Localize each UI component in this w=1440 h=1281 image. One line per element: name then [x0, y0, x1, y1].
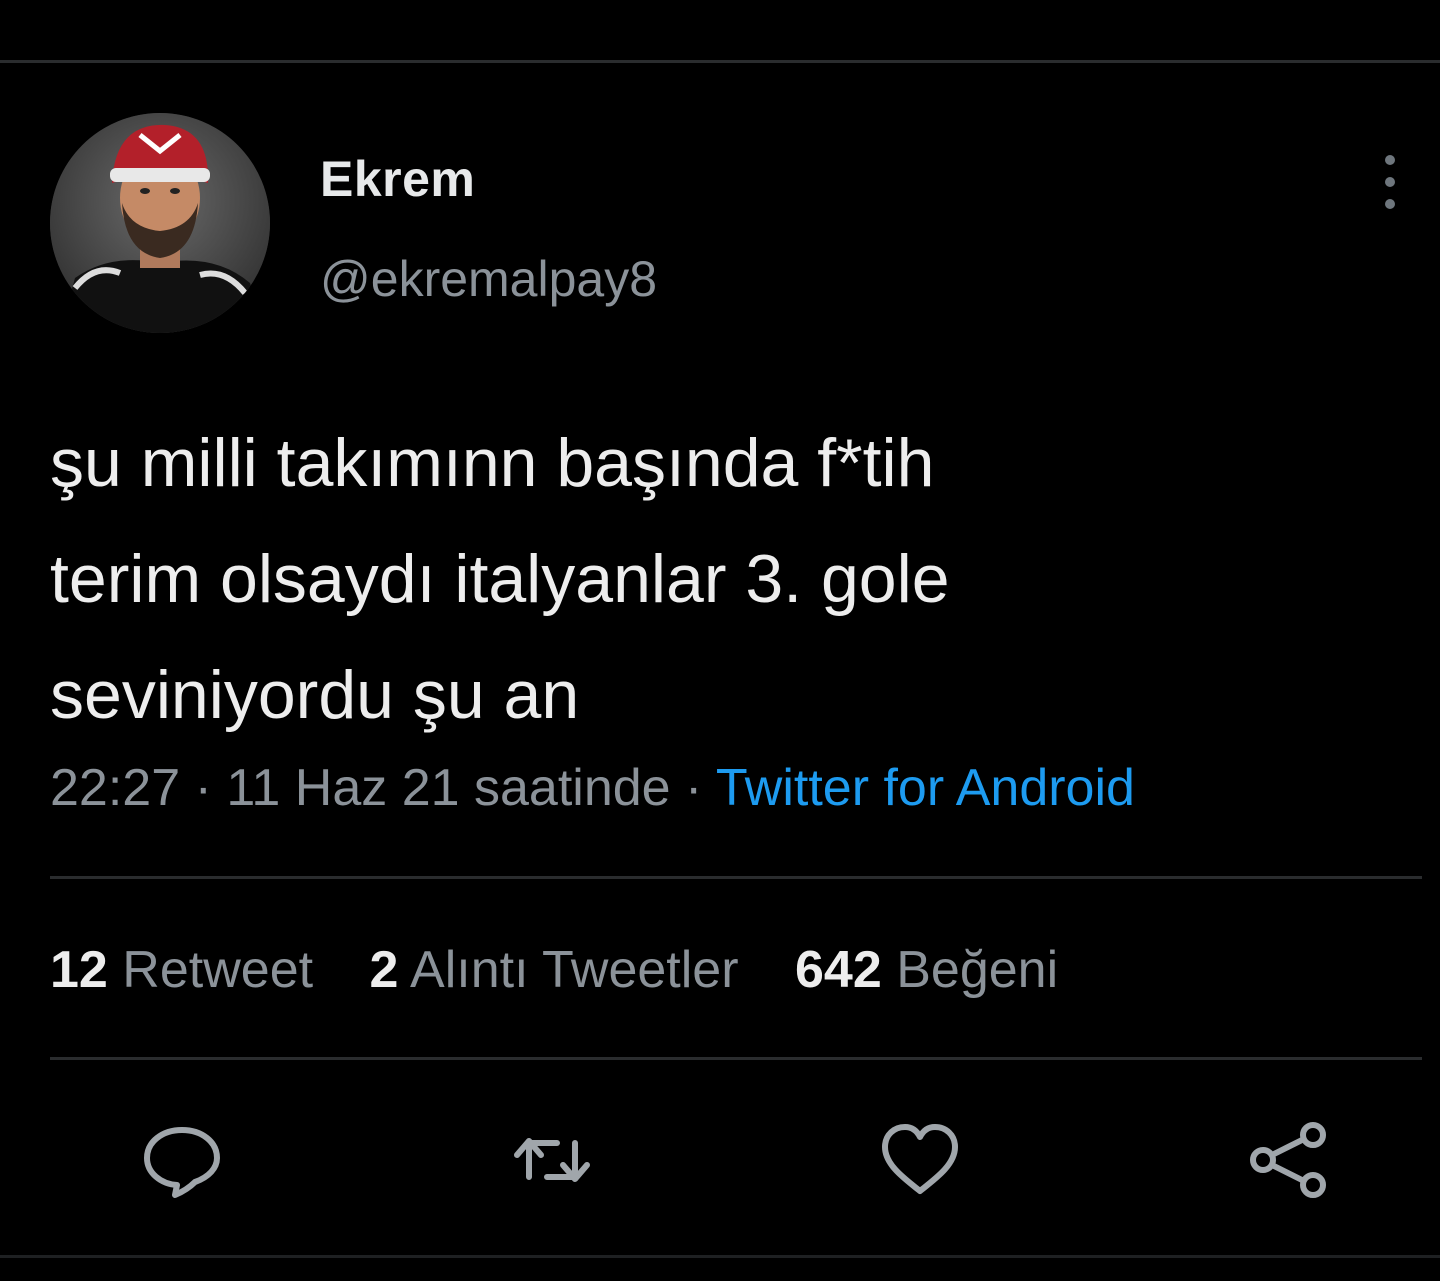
share-icon[interactable] — [1243, 1115, 1333, 1205]
tweet-stats: 12 Retweet 2 Alıntı Tweetler 642 Beğeni — [50, 940, 1100, 1000]
like-icon[interactable] — [875, 1115, 965, 1205]
meta-separator: · — [670, 759, 716, 817]
bottom-divider — [0, 1255, 1440, 1258]
top-divider — [0, 60, 1440, 63]
display-name[interactable]: Ekrem — [320, 150, 475, 208]
retweet-icon[interactable] — [507, 1115, 597, 1205]
tweet-source-link[interactable]: Twitter for Android — [716, 759, 1135, 817]
tweet-text: şu milli takımınn başında f*tih terim ol… — [50, 425, 950, 733]
tweet-date: 11 Haz 21 saatinde — [226, 759, 671, 817]
more-options-icon[interactable] — [1372, 150, 1408, 214]
tweet-meta: 22:27 · 11 Haz 21 saatinde · Twitter for… — [50, 758, 1135, 818]
avatar-image — [50, 113, 270, 333]
quote-tweet-count[interactable]: 2 Alıntı Tweetler — [370, 940, 739, 1000]
reply-icon[interactable] — [137, 1115, 227, 1205]
avatar[interactable] — [50, 113, 270, 333]
meta-separator: · — [180, 759, 227, 817]
user-handle[interactable]: @ekremalpay8 — [320, 250, 657, 308]
divider — [50, 1057, 1422, 1060]
tweet-time: 22:27 — [50, 759, 181, 817]
divider — [50, 876, 1422, 879]
like-count[interactable]: 642 Beğeni — [795, 940, 1058, 1000]
retweet-count[interactable]: 12 Retweet — [50, 940, 313, 1000]
